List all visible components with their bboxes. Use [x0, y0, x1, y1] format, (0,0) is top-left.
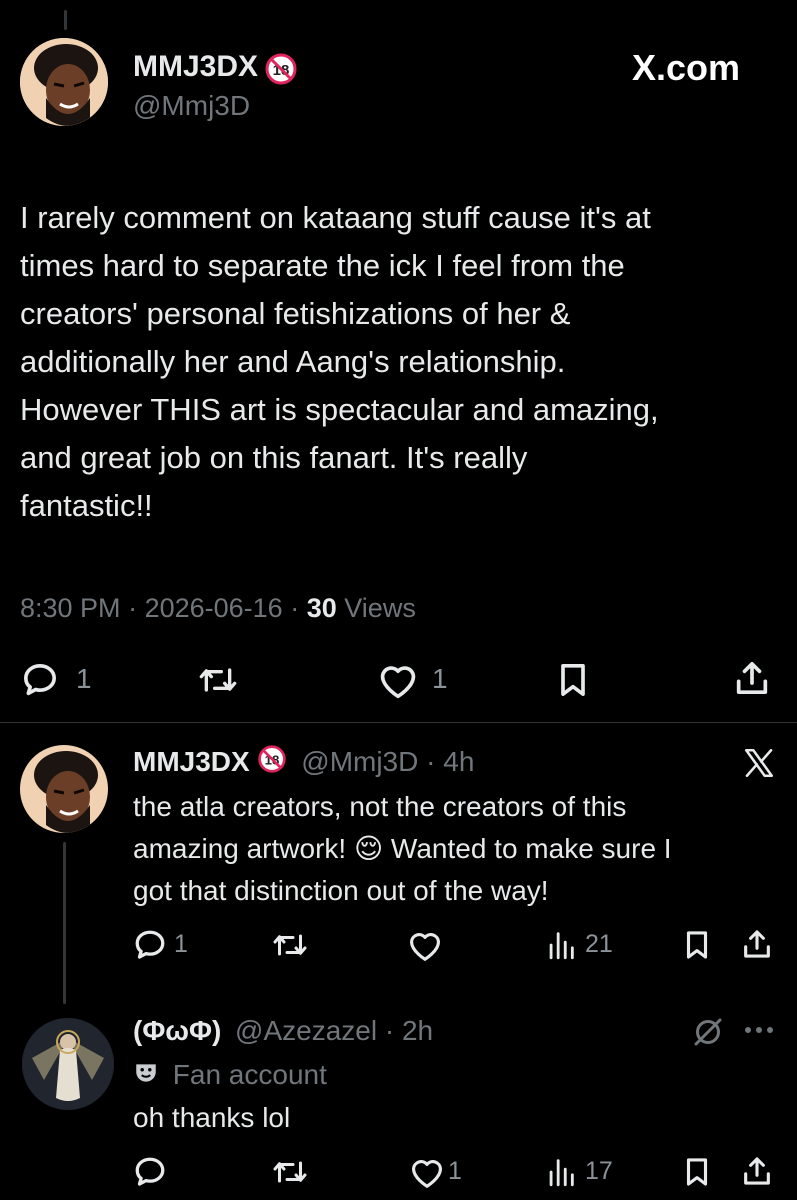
x-com-brand: X.com [632, 47, 741, 88]
like-count: 1 [448, 1157, 462, 1185]
reply-text-line: amazing artwork! 😌 Wanted to make sure I [133, 833, 672, 864]
meta-separator: · [426, 746, 436, 777]
author-handle[interactable]: @Mmj3D [133, 90, 250, 122]
tweet-text-line: However THIS art is spectacular and amaz… [20, 392, 659, 427]
more-options-icon[interactable] [742, 1020, 776, 1040]
avatar-illustration [20, 38, 108, 126]
views-count: 21 [585, 930, 613, 958]
views-chart-icon[interactable] [544, 1155, 578, 1189]
adult-content-badge-icon: 18 [264, 52, 298, 91]
meta-separator: · [290, 593, 307, 623]
retweet-icon[interactable] [196, 660, 240, 700]
tweet-text-line: additionally her and Aang's relationship… [20, 344, 566, 379]
grok-slash-icon[interactable] [690, 1014, 726, 1050]
like-icon[interactable] [376, 660, 420, 700]
avatar-illustration [20, 745, 108, 833]
author-avatar[interactable] [20, 38, 108, 126]
reply-icon[interactable] [20, 660, 60, 700]
views-count: 17 [585, 1157, 613, 1185]
share-icon[interactable] [740, 926, 774, 962]
bookmark-icon[interactable] [553, 660, 593, 700]
author-name-row: MMJ3DX 18 [133, 50, 298, 85]
tweet-text: I rarely comment on kataang stuff cause … [20, 194, 790, 530]
views-count: 30 [306, 593, 337, 623]
adult-content-badge-icon: 18 [257, 744, 287, 783]
reply1-age[interactable]: 4h [443, 746, 474, 777]
reply1-text: the atla creators, not the creators of t… [133, 786, 783, 912]
thread-line-top [64, 10, 67, 30]
tweet-meta: 8:30 PM · 2026-06-16 · 30 Views [20, 592, 416, 624]
views-label: Views [344, 593, 416, 623]
reply-text-line: got that distinction out of the way! [133, 875, 549, 906]
reply2-age[interactable]: 2h [402, 1015, 433, 1046]
like-icon[interactable] [408, 1154, 446, 1190]
share-icon[interactable] [740, 1153, 774, 1189]
section-divider [0, 722, 797, 723]
reply-text-line: the atla creators, not the creators of t… [133, 791, 627, 822]
tweet-time[interactable]: 8:30 PM [20, 593, 121, 623]
meta-separator: · [128, 593, 145, 623]
x-logo-icon [744, 748, 774, 778]
bookmark-icon[interactable] [680, 927, 714, 963]
thread-connector [63, 842, 66, 1004]
bookmark-icon[interactable] [680, 1154, 714, 1190]
meta-separator: · [384, 1015, 395, 1046]
reply2-text: oh thanks lol [133, 1102, 291, 1133]
reply-icon[interactable] [132, 1154, 168, 1190]
like-count: 1 [432, 663, 448, 694]
tweet-text-line: fantastic!! [20, 488, 153, 523]
retweet-icon[interactable] [270, 927, 310, 963]
tweet-date[interactable]: 2026-06-16 [145, 593, 283, 623]
share-icon[interactable] [732, 658, 772, 698]
retweet-icon[interactable] [270, 1154, 310, 1190]
reply2-handle[interactable]: @Azezazel [235, 1015, 377, 1046]
avatar-illustration [22, 1018, 114, 1110]
reply-icon[interactable] [132, 927, 168, 963]
reply2-display-name[interactable]: (ΦωΦ) [133, 1015, 221, 1046]
tweet-text-line: I rarely comment on kataang stuff cause … [20, 200, 651, 235]
author-display-name[interactable]: MMJ3DX [133, 50, 258, 83]
like-icon[interactable] [406, 927, 444, 963]
theater-masks-icon [133, 1059, 159, 1095]
views-chart-icon[interactable] [544, 928, 578, 962]
reply-count: 1 [76, 663, 92, 694]
fan-account-label: Fan account [133, 1057, 327, 1093]
tweet-text-line: times hard to separate the ick I feel fr… [20, 248, 625, 283]
reply1-display-name[interactable]: MMJ3DX [133, 746, 250, 777]
reply2-header: (ΦωΦ) @Azezazel · 2h [133, 1013, 433, 1049]
reply1-avatar[interactable] [20, 745, 108, 833]
tweet-text-line: and great job on this fanart. It's reall… [20, 440, 528, 475]
reply1-handle[interactable]: @Mmj3D [301, 746, 418, 777]
reply-count: 1 [174, 930, 188, 958]
reply2-avatar[interactable] [22, 1018, 114, 1110]
tweet-text-line: creators' personal fetishizations of her… [20, 296, 571, 331]
reply1-header: MMJ3DX 18 @Mmj3D · 4h [133, 744, 474, 780]
fan-account-text: Fan account [172, 1059, 327, 1090]
